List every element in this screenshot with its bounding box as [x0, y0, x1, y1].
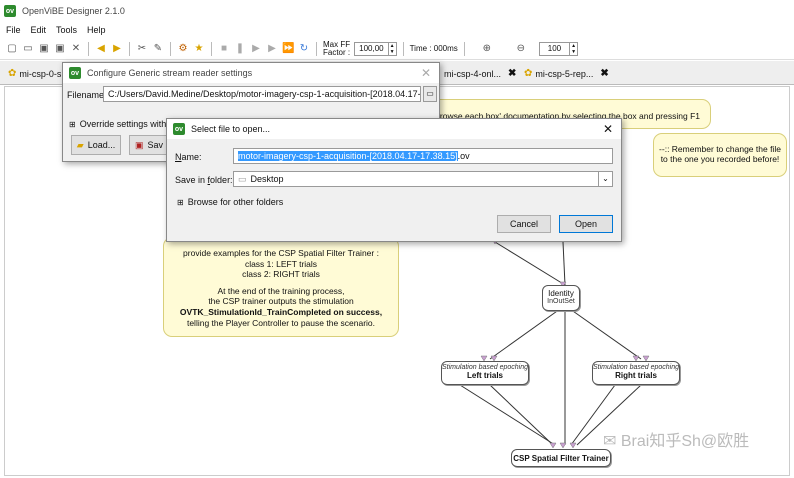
dialog-title-bar: ov Configure Generic stream reader setti…: [63, 63, 439, 83]
step-icon[interactable]: ▶: [250, 43, 262, 55]
watermark: ✉ Brai知乎Sh@欧胜: [603, 433, 750, 450]
toolbar-separator: [170, 41, 171, 56]
wechat-icon: ✉: [603, 433, 621, 450]
filename-field[interactable]: C:/Users/David.Medine/Desktop/motor-imag…: [103, 86, 421, 102]
folder-select[interactable]: ▭ Desktop ⌄: [233, 171, 613, 187]
link-line: [569, 308, 642, 360]
connector-icon: [549, 442, 557, 449]
close-icon[interactable]: ✕: [421, 66, 431, 80]
close-tab-icon[interactable]: ✖: [508, 68, 516, 79]
name-label: Name:: [175, 152, 202, 162]
toolbar-separator: [211, 41, 212, 56]
toolbar-separator: [463, 41, 465, 56]
stepper-arrows-icon[interactable]: ▲ ▼: [569, 42, 577, 55]
training-note[interactable]: provide examples for the CSP Spatial Fil…: [163, 237, 399, 337]
link-line: [562, 241, 566, 286]
stop-icon[interactable]: ■: [218, 43, 230, 55]
open-button[interactable]: Open: [559, 215, 613, 233]
cancel-button[interactable]: Cancel: [497, 215, 551, 233]
folder-icon: ▰: [76, 139, 84, 150]
save-icon[interactable]: ▣: [38, 43, 50, 55]
save-as-icon[interactable]: ▣: [54, 43, 66, 55]
file-open-dialog: ov Select file to open... ✕ Name: motor-…: [166, 118, 622, 242]
play-icon[interactable]: ▶: [266, 43, 278, 55]
connector-icon: [559, 442, 567, 449]
toolbar-separator: [88, 41, 89, 56]
settings-icon[interactable]: ⚙: [177, 43, 189, 55]
menu-help[interactable]: Help: [87, 25, 106, 35]
title-bar: ov OpenViBE Designer 2.1.0: [0, 0, 794, 22]
browse-folders-expander[interactable]: ⊞ Browse for other folders: [177, 197, 283, 207]
connector-icon: [569, 442, 577, 449]
zoom-in-icon[interactable]: ⊕: [481, 43, 493, 55]
override-expander[interactable]: ⊞ Override settings with co: [69, 119, 178, 129]
link-line: [489, 308, 561, 360]
app-logo-icon: ov: [69, 67, 81, 79]
zoom-stepper[interactable]: 100 ▲ ▼: [538, 41, 579, 56]
identity-box[interactable]: Identity InOutSet: [542, 285, 580, 311]
max-ff-label: Max FF Factor :: [323, 39, 351, 57]
chevron-down-icon[interactable]: ⌄: [598, 172, 612, 186]
folder-icon: ▭: [238, 173, 247, 184]
dialog-title-bar: ov Select file to open... ✕: [167, 119, 621, 139]
app-title: OpenViBE Designer 2.1.0: [22, 6, 125, 16]
zoom-out-icon[interactable]: ⊖: [515, 43, 527, 55]
stepper-arrows-icon[interactable]: ▲ ▼: [387, 42, 396, 55]
right-trials-box[interactable]: Stimulation based epoching Right trials: [592, 361, 680, 385]
link-line: [459, 384, 556, 446]
close-icon[interactable]: ✕: [603, 122, 613, 136]
toolbar: ▢ ▭ ▣ ▣ ✕ ◀ ▶ ✂ ✎ ⚙ ★ ■ ❚ ▶ ▶ ⏩ ↻ Max FF…: [0, 38, 794, 60]
menu-tools[interactable]: Tools: [56, 25, 77, 35]
time-display: Time : 000ms: [409, 44, 458, 53]
tab-mi-csp-0[interactable]: ✿ mi-csp-0-s: [4, 64, 65, 83]
csp-trainer-box[interactable]: CSP Spatial Filter Trainer: [511, 449, 611, 467]
save-in-folder-label: Save in folder:: [175, 175, 233, 185]
app-logo-icon: ov: [173, 123, 185, 135]
save-button[interactable]: ▣ Sav: [129, 135, 169, 155]
pause-icon[interactable]: ❚: [234, 43, 246, 55]
tab-mi-csp-4[interactable]: mi-csp-4-onl... ✖: [440, 64, 520, 83]
star-icon[interactable]: ★: [193, 43, 205, 55]
toolbar-separator: [129, 41, 130, 56]
undo-icon[interactable]: ◀: [95, 43, 107, 55]
close-tab-icon[interactable]: ✖: [600, 68, 608, 79]
menu-bar: File Edit Tools Help: [0, 22, 794, 38]
file-name-input[interactable]: motor-imagery-csp-1-acquisition-[2018.04…: [233, 148, 613, 164]
scenario-icon: ✿: [524, 68, 533, 79]
close-icon[interactable]: ✕: [70, 43, 82, 55]
menu-edit[interactable]: Edit: [31, 25, 47, 35]
app-logo-icon: ov: [4, 5, 16, 17]
filename-label: Filename: [67, 90, 105, 100]
link-line: [494, 241, 566, 286]
menu-file[interactable]: File: [6, 25, 21, 35]
refresh-icon[interactable]: ↻: [298, 43, 310, 55]
open-folder-icon[interactable]: ▭: [22, 43, 34, 55]
redo-icon[interactable]: ▶: [111, 43, 123, 55]
cut-icon[interactable]: ✂: [136, 43, 148, 55]
toolbar-separator: [402, 41, 404, 56]
toolbar-separator: [316, 41, 317, 56]
expand-icon[interactable]: ⊞: [177, 198, 184, 207]
max-ff-stepper[interactable]: 100,00 ▲ ▼: [354, 41, 397, 56]
scenario-icon: ✿: [8, 68, 17, 79]
load-button[interactable]: ▰ Load...: [71, 135, 121, 155]
reminder-note[interactable]: --:: Remember to change the file to the …: [653, 133, 787, 177]
link-line: [489, 384, 554, 446]
browse-folder-icon[interactable]: ▭: [423, 86, 437, 102]
save-icon: ▣: [134, 139, 144, 150]
left-trials-box[interactable]: Stimulation based epoching Left trials: [441, 361, 529, 385]
edit-icon[interactable]: ✎: [152, 43, 164, 55]
tab-mi-csp-5[interactable]: ✿ mi-csp-5-rep... ✖: [520, 64, 613, 83]
fast-forward-icon[interactable]: ⏩: [282, 43, 294, 55]
expand-icon[interactable]: ⊞: [69, 120, 76, 129]
new-file-icon[interactable]: ▢: [6, 43, 18, 55]
